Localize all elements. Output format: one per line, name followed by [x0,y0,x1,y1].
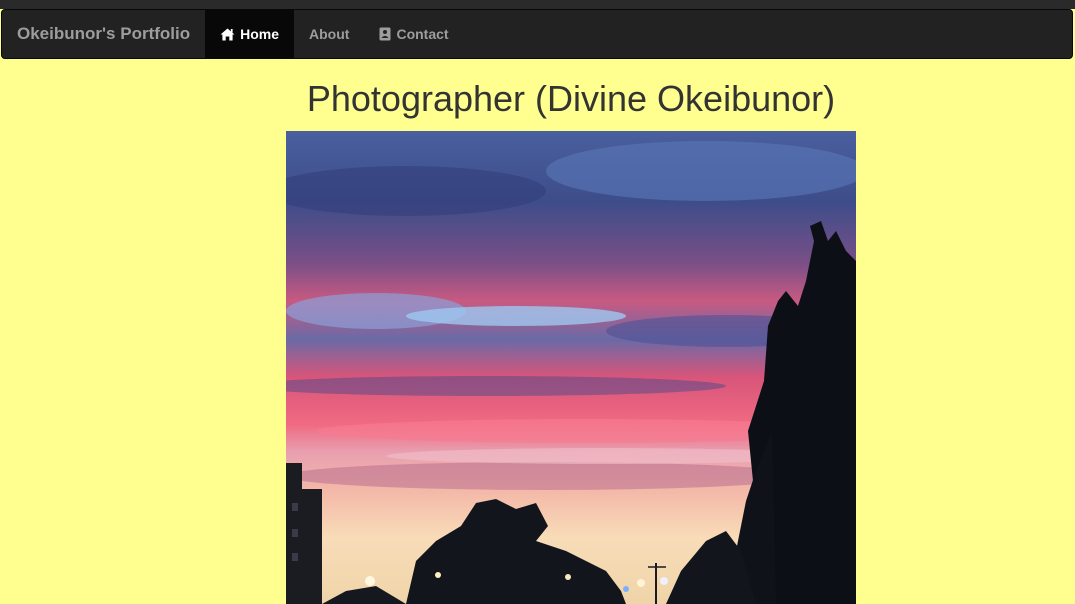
nav-item-home[interactable]: Home [205,10,295,58]
nav-item-about[interactable]: About [294,10,364,58]
contact-card-icon [379,27,391,41]
nav-item-contact-label: Contact [396,26,449,42]
page-title: Photographer (Divine Okeibunor) [306,78,836,119]
nav-item-about-label: About [309,26,350,42]
sunset-photo [286,131,856,604]
browser-top-strip [0,0,1075,9]
navbar-brand[interactable]: Okeibunor's Portfolio [2,10,205,58]
nav-item-home-label: Home [240,26,280,42]
home-icon [220,28,235,41]
navbar: Okeibunor's Portfolio Home About Contact [1,9,1073,59]
nav-item-contact[interactable]: Contact [364,10,463,58]
